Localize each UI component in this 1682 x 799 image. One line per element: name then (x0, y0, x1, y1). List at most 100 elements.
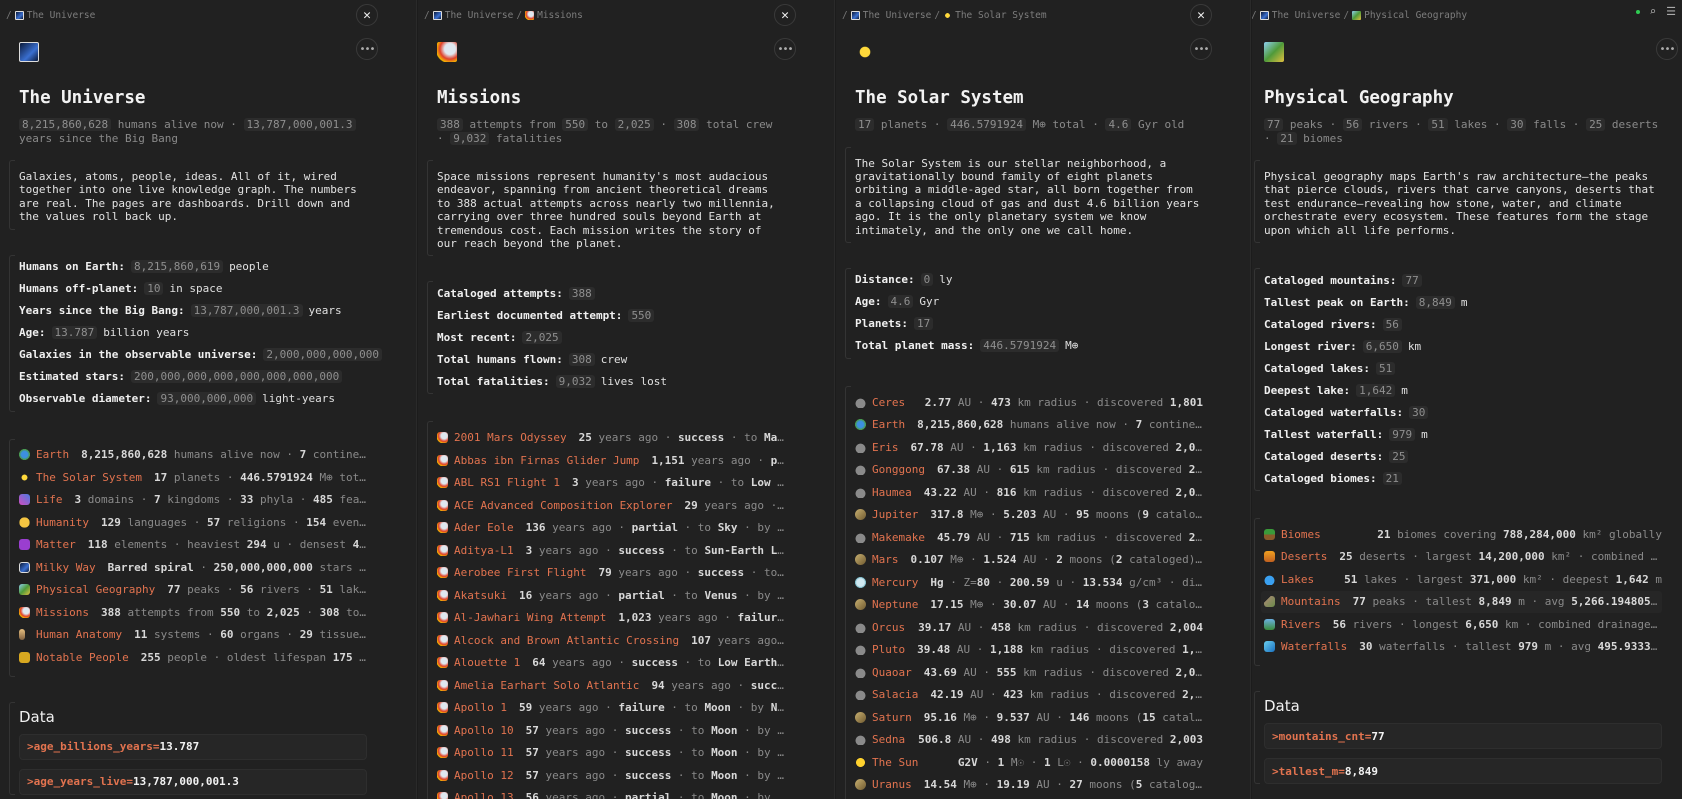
list-item[interactable]: Apollo 1 59 years ago · failure · to Moon… (434, 696, 785, 719)
list-item[interactable]: Apollo 12 57 years ago · success · to Moo… (434, 764, 785, 787)
list-item[interactable]: Matter 118 elements · heaviest 294 u · de… (16, 534, 367, 557)
list-item-link[interactable]: 2001 Mars Odyssey (454, 431, 567, 444)
list-item[interactable]: Uranus 14.54 M⊕ · 19.19 AU · 27 moons (5 … (852, 773, 1203, 796)
list-item[interactable]: Notable People 255 people · oldest lifesp… (16, 646, 367, 669)
list-item[interactable]: The Solar System 17 planets · 446.5791924… (16, 466, 367, 489)
list-item[interactable]: Aerobee First Flight 79 years ago · succe… (434, 561, 785, 584)
list-item-link[interactable]: Ceres (872, 396, 905, 409)
list-item[interactable]: Aditya-L1 3 years ago · success · to Sun-… (434, 539, 785, 562)
list-item[interactable]: Apollo 10 57 years ago · success · to Moo… (434, 719, 785, 742)
list-item-link[interactable]: Neptune (872, 598, 918, 611)
list-item-link[interactable]: Gonggong (872, 463, 925, 476)
list-item[interactable]: Orcus 39.17 AU · 458 km radius · discover… (852, 616, 1203, 639)
list-item[interactable]: Mountains 77 peaks · tallest 8,849 m · av… (1261, 590, 1662, 614)
list-item[interactable]: Biomes 21 biomes covering 788,284,000 km²… (1261, 523, 1662, 546)
list-item[interactable]: Life 3 domains · 7 kingdoms · 33 phyla · … (16, 489, 367, 512)
list-item-link[interactable]: Lakes (1281, 573, 1314, 586)
breadcrumb-link[interactable]: The Universe (27, 10, 96, 21)
breadcrumb-link[interactable]: The Universe (863, 10, 932, 21)
list-item[interactable]: Abbas ibn Firnas Glider Jump 1,151 years … (434, 449, 785, 472)
list-item[interactable]: Deserts 25 deserts · largest 14,200,000 k… (1261, 546, 1662, 569)
list-item-link[interactable]: Waterfalls (1281, 640, 1347, 653)
list-item-link[interactable]: Physical Geography (36, 583, 155, 596)
list-item-link[interactable]: ACE Advanced Composition Explorer (454, 499, 673, 512)
list-item-link[interactable]: Apollo 1 (454, 701, 507, 714)
list-item[interactable]: Ceres 2.77 AU · 473 km radius · discovere… (852, 391, 1203, 414)
list-item[interactable]: Saturn 95.16 M⊕ · 9.537 AU · 146 moons (1… (852, 706, 1203, 729)
list-item[interactable]: Jupiter 317.8 M⊕ · 5.203 AU · 95 moons (9… (852, 503, 1203, 526)
list-item[interactable]: Waterfalls 30 waterfalls · tallest 979 m … (1261, 636, 1662, 659)
list-item[interactable]: Haumea 43.22 AU · 816 km radius · discove… (852, 481, 1203, 504)
list-item[interactable]: 2001 Mars Odyssey 25 years ago · success … (434, 426, 785, 449)
list-item[interactable]: Quaoar 43.69 AU · 555 km radius · discove… (852, 661, 1203, 684)
list-item-link[interactable]: Sedna (872, 733, 905, 746)
list-item[interactable]: Sedna 506.8 AU · 498 km radius · discover… (852, 728, 1203, 751)
list-item[interactable]: Akatsuki 16 years ago · partial · to Venu… (434, 584, 785, 607)
breadcrumb-link[interactable]: Missions (537, 10, 583, 21)
list-item-link[interactable]: Apollo 10 (454, 724, 514, 737)
list-item-link[interactable]: Rivers (1281, 618, 1321, 631)
list-item-link[interactable]: Haumea (872, 486, 912, 499)
list-item-link[interactable]: Human Anatomy (36, 628, 122, 641)
list-item-link[interactable]: Biomes (1281, 528, 1321, 541)
breadcrumb-link[interactable]: The Universe (445, 10, 514, 21)
list-item[interactable]: Milky Way Barred spiral · 250,000,000,000… (16, 556, 367, 579)
list-item-link[interactable]: Ader Eole (454, 521, 514, 534)
list-item-link[interactable]: The Solar System (36, 471, 142, 484)
data-variable[interactable]: >mountains_cnt = 77 (1264, 723, 1662, 750)
list-item-link[interactable]: Salacia (872, 688, 918, 701)
list-item[interactable]: Ader Eole 136 years ago · partial · to Sk… (434, 516, 785, 539)
list-item[interactable]: Earth 8,215,860,628 humans alive now · 7 … (852, 413, 1203, 436)
list-item-link[interactable]: Humanity (36, 516, 89, 529)
data-variable[interactable]: >age_years_live = 13,787,000,001.3 (19, 768, 367, 795)
list-item-link[interactable]: Alouette 1 (454, 656, 520, 669)
list-item-link[interactable]: Matter (36, 538, 76, 551)
list-item[interactable]: Al-Jawhari Wing Attempt 1,023 years ago ·… (434, 606, 785, 629)
list-item-link[interactable]: ABL RS1 Flight 1 (454, 476, 560, 489)
list-item-link[interactable]: Quaoar (872, 666, 912, 679)
list-item-link[interactable]: Missions (36, 606, 89, 619)
list-item-link[interactable]: Alcock and Brown Atlantic Crossing (454, 634, 679, 647)
list-item-link[interactable]: Eris (872, 441, 899, 454)
list-item-link[interactable]: Apollo 13 (454, 791, 514, 799)
list-item-link[interactable]: Aditya-L1 (454, 544, 514, 557)
list-item-link[interactable]: Mars (872, 553, 899, 566)
menu-icon[interactable]: ☰ (1666, 5, 1676, 18)
list-item[interactable]: Alcock and Brown Atlantic Crossing 107 ye… (434, 629, 785, 652)
list-item-link[interactable]: Apollo 12 (454, 769, 514, 782)
breadcrumb-link[interactable]: Physical Geography (1364, 10, 1467, 21)
list-item-link[interactable]: The Sun (872, 756, 918, 769)
list-item[interactable]: Missions 388 attempts from 550 to 2,025 ·… (16, 601, 367, 624)
list-item-link[interactable]: Uranus (872, 778, 912, 791)
list-item[interactable]: Mercury Hg · Z=80 · 200.59 u · 13.534 g/c… (852, 571, 1203, 594)
list-item-link[interactable]: Life (36, 493, 63, 506)
list-item-link[interactable]: Jupiter (872, 508, 918, 521)
list-item-link[interactable]: Mercury (872, 576, 918, 589)
list-item-link[interactable]: Earth (36, 448, 69, 461)
list-item[interactable]: Physical Geography 77 peaks · 56 rivers ·… (16, 579, 367, 602)
list-item-link[interactable]: Mountains (1281, 595, 1341, 608)
list-item-link[interactable]: Akatsuki (454, 589, 507, 602)
breadcrumb-link[interactable]: The Universe (1272, 10, 1341, 21)
list-item[interactable]: Amelia Earhart Solo Atlantic 94 years ago… (434, 674, 785, 697)
data-variable[interactable]: >tallest_m = 8,849 (1264, 758, 1662, 785)
list-item[interactable]: Apollo 13 56 years ago · partial · to Moo… (434, 786, 785, 799)
list-item[interactable]: Gonggong 67.38 AU · 615 km radius · disco… (852, 458, 1203, 481)
list-item[interactable]: Earth 8,215,860,628 humans alive now · 7 … (16, 444, 367, 467)
list-item[interactable]: Humanity 129 languages · 57 religions · 1… (16, 511, 367, 534)
list-item[interactable]: The Sun G2V · 1 M☉ · 1 L☉ · 0.0000158 ly … (852, 751, 1203, 774)
list-item[interactable]: Pluto 39.48 AU · 1,188 km radius · discov… (852, 638, 1203, 661)
list-item-link[interactable]: Orcus (872, 621, 905, 634)
list-item[interactable]: Salacia 42.19 AU · 423 km radius · discov… (852, 683, 1203, 706)
list-item-link[interactable]: Earth (872, 418, 905, 431)
list-item-link[interactable]: Makemake (872, 531, 925, 544)
list-item[interactable]: Makemake 45.79 AU · 715 km radius · disco… (852, 526, 1203, 549)
list-item[interactable]: Apollo 11 57 years ago · success · to Moo… (434, 741, 785, 764)
list-item-link[interactable]: Saturn (872, 711, 912, 724)
list-item[interactable]: ABL RS1 Flight 1 3 years ago · failure · … (434, 471, 785, 494)
list-item[interactable]: Eris 67.78 AU · 1,163 km radius · discove… (852, 436, 1203, 459)
list-item-link[interactable]: Abbas ibn Firnas Glider Jump (454, 454, 639, 467)
list-item[interactable]: Alouette 1 64 years ago · success · to Lo… (434, 651, 785, 674)
list-item[interactable]: Mars 0.107 M⊕ · 1.524 AU · 2 moons (2 cat… (852, 548, 1203, 571)
list-item-link[interactable]: Al-Jawhari Wing Attempt (454, 611, 606, 624)
